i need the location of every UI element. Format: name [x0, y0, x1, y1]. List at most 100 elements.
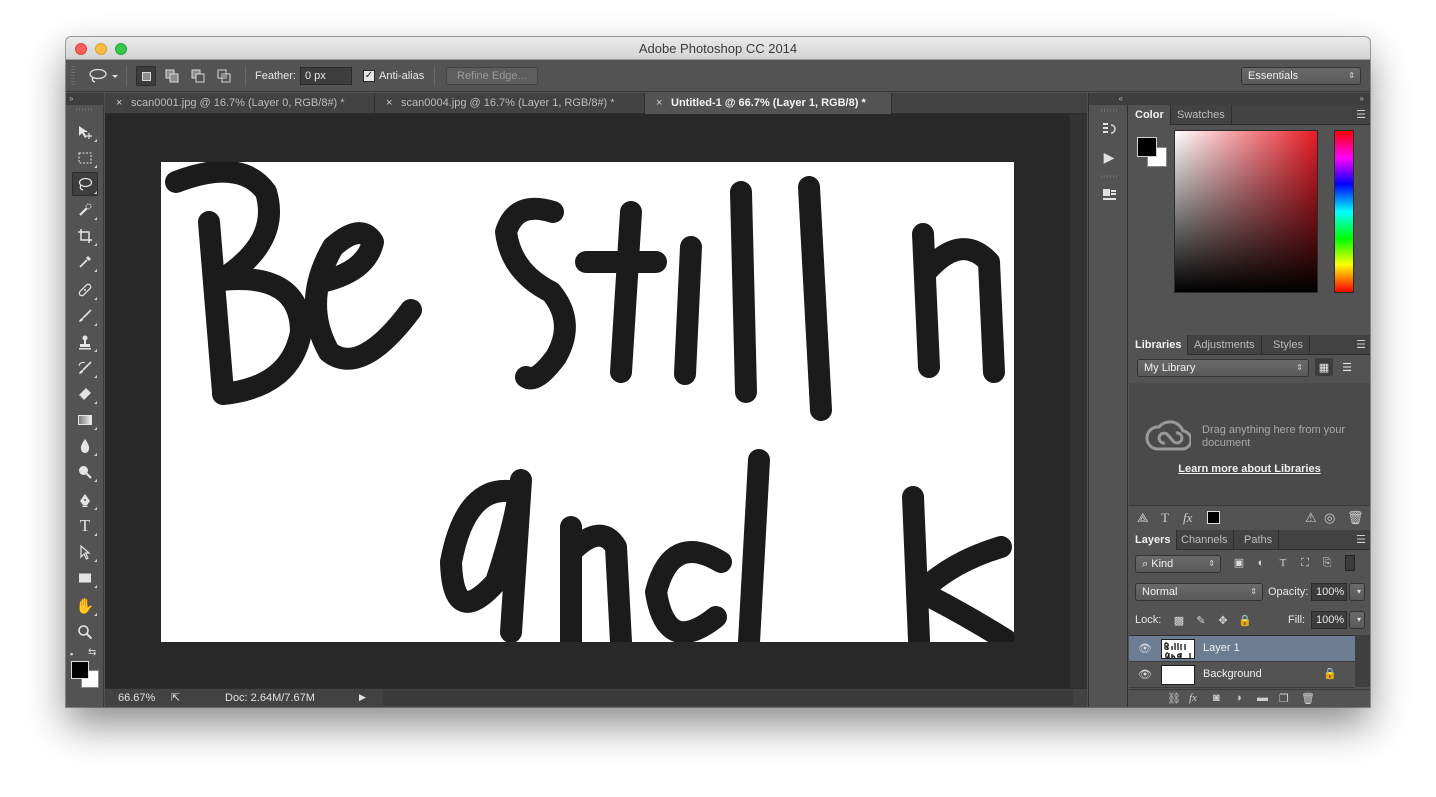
filter-type-icon[interactable]: T: [1275, 555, 1291, 571]
color-picker-field[interactable]: [1174, 130, 1318, 293]
close-tab-icon[interactable]: ×: [656, 93, 662, 114]
close-tab-icon[interactable]: ×: [386, 93, 392, 114]
add-layer-style-icon[interactable]: fx: [1189, 692, 1197, 704]
lock-icon[interactable]: 🔒: [1323, 667, 1337, 680]
opacity-input[interactable]: 100%: [1311, 583, 1347, 601]
layer-row[interactable]: 👁 Layer 1: [1129, 636, 1355, 662]
tab-channels[interactable]: Channels: [1175, 530, 1235, 550]
new-layer-icon[interactable]: ❐: [1279, 692, 1289, 705]
add-character-style-icon[interactable]: T: [1161, 510, 1169, 526]
zoom-level[interactable]: 66.67%: [118, 692, 155, 704]
options-bar-grip[interactable]: [71, 66, 75, 86]
document-tab-scan0001[interactable]: × scan0001.jpg @ 16.7% (Layer 0, RGB/8#)…: [105, 93, 375, 114]
document-canvas[interactable]: [161, 162, 1014, 642]
history-panel-icon[interactable]: [1099, 119, 1119, 139]
clone-stamp-tool[interactable]: [72, 330, 98, 354]
dock-grip[interactable]: [1101, 175, 1117, 178]
tab-color[interactable]: Color: [1129, 105, 1171, 125]
visibility-eye-icon[interactable]: 👁: [1138, 642, 1152, 655]
blend-mode-select[interactable]: Normal ⇕: [1135, 583, 1263, 601]
document-tab-scan0004[interactable]: × scan0004.jpg @ 16.7% (Layer 1, RGB/8#)…: [375, 93, 645, 114]
panel-menu-icon[interactable]: ☰: [1356, 108, 1366, 121]
sync-icon[interactable]: ◎: [1324, 510, 1335, 526]
document-tab-untitled-1[interactable]: × Untitled-1 @ 66.7% (Layer 1, RGB/8) *: [645, 93, 892, 114]
actions-panel-icon[interactable]: ▶: [1099, 147, 1119, 167]
crop-tool[interactable]: [72, 224, 98, 248]
panel-menu-icon[interactable]: ☰: [1356, 338, 1366, 351]
lock-transparent-pixels-icon[interactable]: ▩: [1171, 613, 1187, 629]
hand-tool[interactable]: ✋: [72, 594, 98, 618]
layer-row[interactable]: 👁 Background 🔒: [1129, 662, 1355, 688]
add-layer-style-icon[interactable]: fx: [1183, 510, 1192, 526]
filter-toggle-switch[interactable]: [1345, 555, 1355, 571]
spot-healing-brush-tool[interactable]: [72, 278, 98, 302]
pen-tool[interactable]: [72, 488, 98, 512]
add-graphic-icon[interactable]: ⟁: [1137, 510, 1149, 526]
zoom-tool[interactable]: [72, 620, 98, 644]
dodge-tool[interactable]: [72, 460, 98, 484]
refine-edge-button[interactable]: Refine Edge...: [446, 67, 538, 85]
filter-shape-icon[interactable]: ⛶: [1297, 555, 1313, 571]
layer-name[interactable]: Layer 1: [1203, 642, 1240, 654]
delete-layer-icon[interactable]: 🗑: [1301, 692, 1315, 705]
tab-libraries[interactable]: Libraries: [1129, 335, 1189, 355]
gradient-tool[interactable]: [72, 408, 98, 432]
filter-kind-select[interactable]: ⌕ Kind ⇕: [1135, 555, 1221, 573]
layers-scrollbar[interactable]: [1355, 635, 1370, 687]
filter-pixel-icon[interactable]: ▣: [1231, 555, 1247, 571]
tab-layers[interactable]: Layers: [1129, 530, 1178, 550]
share-icon[interactable]: ⇱: [171, 691, 180, 704]
status-menu-arrow-icon[interactable]: ▶: [359, 692, 366, 703]
opacity-slider-toggle[interactable]: ▾: [1349, 583, 1365, 601]
close-tab-icon[interactable]: ×: [116, 93, 122, 114]
learn-more-libraries-link[interactable]: Learn more about Libraries: [1129, 463, 1370, 475]
tab-adjustments[interactable]: Adjustments: [1188, 335, 1262, 355]
antialias-checkbox[interactable]: ✓: [363, 67, 375, 85]
add-to-selection-button[interactable]: [162, 66, 182, 86]
eraser-tool[interactable]: [72, 382, 98, 406]
dock-grip[interactable]: [1101, 109, 1117, 112]
path-selection-tool[interactable]: [72, 540, 98, 564]
blur-tool[interactable]: [72, 434, 98, 458]
grid-view-button[interactable]: ▦: [1315, 358, 1333, 376]
lasso-tool[interactable]: [72, 172, 98, 196]
properties-panel-icon[interactable]: [1099, 185, 1119, 205]
warning-icon[interactable]: ⚠: [1305, 510, 1317, 526]
subtract-from-selection-button[interactable]: [188, 66, 208, 86]
move-tool[interactable]: [72, 120, 98, 144]
default-colors-icon[interactable]: ▪: [70, 649, 73, 659]
type-tool[interactable]: T: [72, 514, 98, 538]
filter-adjustment-icon[interactable]: ◐: [1253, 555, 1269, 571]
visibility-eye-icon[interactable]: 👁: [1138, 668, 1152, 681]
document-workspace[interactable]: [105, 114, 1069, 688]
panel-menu-icon[interactable]: ☰: [1356, 533, 1366, 546]
swap-colors-icon[interactable]: ⇆: [88, 647, 96, 658]
eyedropper-tool[interactable]: [72, 250, 98, 274]
fill-slider-toggle[interactable]: ▾: [1349, 611, 1365, 629]
trash-icon[interactable]: 🗑: [1347, 510, 1364, 526]
lock-image-pixels-icon[interactable]: ✎: [1193, 613, 1209, 629]
foreground-color-swatch[interactable]: [71, 661, 89, 679]
tools-collapse-icon[interactable]: »: [66, 93, 104, 105]
add-color-icon[interactable]: [1207, 511, 1220, 524]
hue-spectrum-slider[interactable]: [1334, 130, 1354, 293]
fill-input[interactable]: 100%: [1311, 611, 1347, 629]
list-view-button[interactable]: ☰: [1338, 358, 1356, 376]
new-group-icon[interactable]: ▬: [1257, 692, 1268, 704]
quick-selection-tool[interactable]: [72, 198, 98, 222]
lock-all-icon[interactable]: 🔒: [1237, 613, 1253, 629]
tab-styles[interactable]: Styles: [1267, 335, 1310, 355]
tab-swatches[interactable]: Swatches: [1171, 105, 1232, 125]
intersect-selection-button[interactable]: [214, 66, 234, 86]
vertical-scrollbar[interactable]: [1069, 114, 1087, 688]
collapse-dock-icon[interactable]: «: [1089, 93, 1129, 105]
brush-tool[interactable]: [72, 304, 98, 328]
rectangular-marquee-tool[interactable]: [72, 146, 98, 170]
add-mask-icon[interactable]: ◙: [1213, 692, 1220, 704]
tab-paths[interactable]: Paths: [1238, 530, 1280, 550]
workspace-select[interactable]: Essentials ⇕: [1241, 67, 1361, 85]
library-content[interactable]: Drag anything here from your document Le…: [1129, 383, 1370, 505]
rectangle-tool[interactable]: [72, 566, 98, 590]
filter-smart-object-icon[interactable]: ⎘: [1319, 555, 1335, 571]
foreground-color-chip[interactable]: [1137, 137, 1157, 157]
